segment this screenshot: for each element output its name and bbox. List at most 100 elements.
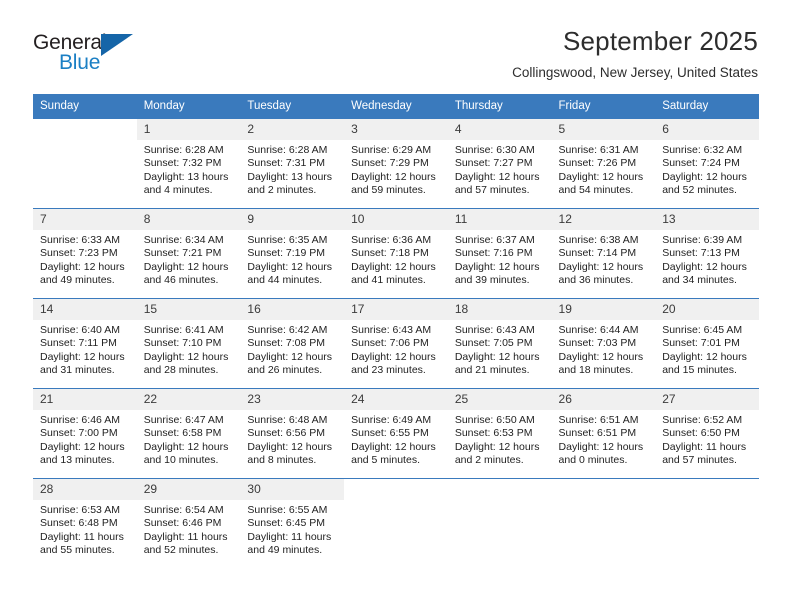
- calendar-week-row: 21 Sunrise: 6:46 AM Sunset: 7:00 PM Dayligh…: [33, 388, 759, 479]
- day-number: 7: [33, 209, 137, 230]
- sunrise-time: Sunrise: 6:35 AM: [247, 234, 328, 246]
- sunrise-time: Sunrise: 6:46 AM: [40, 414, 120, 426]
- calendar-day-cell[interactable]: 30 Sunrise: 6:55 AM Sunset: 6:45 PM Dayligh…: [240, 478, 345, 565]
- day-cell-content: 17 Sunrise: 6:43 AM Sunset: 7:06 PM Dayligh…: [344, 299, 448, 388]
- page-title: September 2025: [562, 26, 758, 56]
- day-cell-content: 20 Sunrise: 6:45 AM Sunset: 7:01 PM Dayligh…: [655, 299, 759, 388]
- sunset-time: Sunset: 7:16 PM: [454, 247, 533, 260]
- calendar-day-cell[interactable]: 13 Sunrise: 6:39 AM Sunset: 7:13 PM Dayligh…: [655, 208, 759, 299]
- sunset-time: Sunset: 7:19 PM: [247, 247, 326, 260]
- day-cell-content: 21 Sunrise: 6:46 AM Sunset: 7:00 PM Dayligh…: [33, 389, 137, 478]
- day-number: 16: [240, 299, 345, 320]
- calendar-day-cell[interactable]: 21 Sunrise: 6:46 AM Sunset: 7:00 PM Dayligh…: [33, 388, 137, 479]
- day-sun-info: Sunrise: 6:37 AM Sunset: 7:16 PM Daylight:…: [448, 230, 552, 288]
- daylight-line-2: and 21 minutes.: [454, 364, 530, 377]
- daylight-line-1: Daylight: 12 hours: [40, 350, 125, 363]
- daylight-line-2: and 36 minutes.: [558, 274, 634, 287]
- day-sun-info: Sunrise: 6:53 AM Sunset: 6:48 PM Daylight:…: [33, 500, 137, 558]
- calendar-day-cell[interactable]: 11 Sunrise: 6:37 AM Sunset: 7:16 PM Dayligh…: [447, 208, 552, 299]
- calendar-day-cell[interactable]: 23 Sunrise: 6:48 AM Sunset: 6:56 PM Dayligh…: [240, 388, 345, 479]
- daylight-line-2: and 0 minutes.: [558, 454, 628, 467]
- daylight-line-1: Daylight: 12 hours: [454, 440, 540, 453]
- daylight-line-1: Daylight: 12 hours: [454, 350, 540, 363]
- daylight-line-1: Daylight: 12 hours: [454, 170, 540, 183]
- calendar-day-cell[interactable]: 18 Sunrise: 6:43 AM Sunset: 7:05 PM Dayligh…: [447, 298, 552, 389]
- calendar-day-cell[interactable]: 10 Sunrise: 6:36 AM Sunset: 7:18 PM Dayligh…: [344, 208, 448, 299]
- calendar-day-cell[interactable]: 22 Sunrise: 6:47 AM Sunset: 6:58 PM Dayligh…: [136, 388, 241, 479]
- calendar-day-cell[interactable]: 28 Sunrise: 6:53 AM Sunset: 6:48 PM Dayligh…: [33, 478, 137, 565]
- calendar-day-cell[interactable]: 20 Sunrise: 6:45 AM Sunset: 7:01 PM Dayligh…: [655, 298, 759, 389]
- calendar-day-cell[interactable]: 2 Sunrise: 6:28 AM Sunset: 7:31 PM Daylight…: [240, 118, 345, 209]
- day-cell-content: 4 Sunrise: 6:30 AM Sunset: 7:27 PM Daylight…: [447, 119, 552, 208]
- calendar-day-cell[interactable]: 19 Sunrise: 6:44 AM Sunset: 7:03 PM Dayligh…: [551, 298, 656, 389]
- daylight-line-2: and 31 minutes.: [40, 364, 115, 377]
- calendar-day-cell[interactable]: 5 Sunrise: 6:31 AM Sunset: 7:26 PM Daylight…: [551, 118, 656, 209]
- sunrise-time: Sunrise: 6:29 AM: [351, 144, 432, 156]
- day-sun-info: Sunrise: 6:31 AM Sunset: 7:26 PM Daylight:…: [552, 140, 656, 198]
- daylight-line-1: Daylight: 11 hours: [143, 530, 228, 543]
- general-blue-logo[interactable]: General Blue: [33, 26, 153, 78]
- day-sun-info: Sunrise: 6:43 AM Sunset: 7:05 PM Daylight:…: [448, 320, 552, 378]
- daylight-line-1: Daylight: 12 hours: [247, 440, 333, 453]
- calendar-day-cell[interactable]: 29 Sunrise: 6:54 AM Sunset: 6:46 PM Dayligh…: [136, 478, 241, 565]
- day-number: 21: [33, 389, 137, 410]
- daylight-line-2: and 13 minutes.: [40, 454, 115, 467]
- day-number: 9: [240, 209, 345, 230]
- day-cell-content: 29 Sunrise: 6:54 AM Sunset: 6:46 PM Dayligh…: [136, 479, 241, 565]
- sunset-time: Sunset: 6:58 PM: [143, 427, 222, 440]
- daylight-line-2: and 23 minutes.: [351, 364, 426, 377]
- calendar-day-cell[interactable]: 9 Sunrise: 6:35 AM Sunset: 7:19 PM Daylight…: [240, 208, 345, 299]
- day-number: [655, 479, 759, 500]
- day-cell-content: 14 Sunrise: 6:40 AM Sunset: 7:11 PM Dayligh…: [33, 299, 137, 388]
- day-cell-content: 7 Sunrise: 6:33 AM Sunset: 7:23 PM Daylight…: [33, 209, 137, 298]
- daylight-line-2: and 18 minutes.: [558, 364, 634, 377]
- calendar-table: Sunday Monday Tuesday Wednesday Thursday…: [33, 94, 759, 565]
- sunrise-time: Sunrise: 6:47 AM: [143, 414, 224, 426]
- day-cell-content: 8 Sunrise: 6:34 AM Sunset: 7:21 PM Daylight…: [136, 209, 241, 298]
- day-number: 24: [344, 389, 448, 410]
- day-number: 1: [136, 119, 241, 140]
- sunset-time: Sunset: 7:10 PM: [143, 337, 222, 350]
- daylight-line-1: Daylight: 12 hours: [454, 260, 540, 273]
- calendar-day-cell[interactable]: 16 Sunrise: 6:42 AM Sunset: 7:08 PM Dayligh…: [240, 298, 345, 389]
- calendar-day-cell[interactable]: 4 Sunrise: 6:30 AM Sunset: 7:27 PM Daylight…: [447, 118, 552, 209]
- calendar-day-cell[interactable]: 7 Sunrise: 6:33 AM Sunset: 7:23 PM Daylight…: [33, 208, 137, 299]
- sunset-time: Sunset: 6:51 PM: [558, 427, 637, 440]
- day-number: [344, 479, 448, 500]
- calendar-day-cell[interactable]: 17 Sunrise: 6:43 AM Sunset: 7:06 PM Dayligh…: [344, 298, 448, 389]
- sunrise-time: Sunrise: 6:28 AM: [247, 144, 328, 156]
- day-sun-info: Sunrise: 6:36 AM Sunset: 7:18 PM Daylight:…: [344, 230, 448, 288]
- sunset-time: Sunset: 7:00 PM: [40, 427, 118, 440]
- daylight-line-1: Daylight: 12 hours: [143, 350, 229, 363]
- daylight-line-2: and 59 minutes.: [351, 184, 426, 197]
- calendar-day-cell[interactable]: 3 Sunrise: 6:29 AM Sunset: 7:29 PM Daylight…: [344, 118, 448, 209]
- calendar-day-cell[interactable]: 8 Sunrise: 6:34 AM Sunset: 7:21 PM Daylight…: [136, 208, 241, 299]
- daylight-line-1: Daylight: 12 hours: [143, 440, 229, 453]
- sunrise-time: Sunrise: 6:55 AM: [247, 504, 328, 516]
- daylight-line-2: and 52 minutes.: [143, 544, 219, 557]
- calendar-day-cell[interactable]: 14 Sunrise: 6:40 AM Sunset: 7:11 PM Dayligh…: [33, 298, 137, 389]
- day-number: 25: [447, 389, 552, 410]
- calendar-day-cell[interactable]: 15 Sunrise: 6:41 AM Sunset: 7:10 PM Dayligh…: [136, 298, 241, 389]
- calendar-day-cell[interactable]: 27 Sunrise: 6:52 AM Sunset: 6:50 PM Dayligh…: [655, 388, 759, 479]
- calendar-day-cell[interactable]: 24 Sunrise: 6:49 AM Sunset: 6:55 PM Dayligh…: [344, 388, 448, 479]
- weekday-header-thursday: Thursday: [447, 94, 552, 119]
- day-cell-content: 15 Sunrise: 6:41 AM Sunset: 7:10 PM Dayligh…: [136, 299, 241, 388]
- calendar-day-cell[interactable]: 26 Sunrise: 6:51 AM Sunset: 6:51 PM Dayligh…: [551, 388, 656, 479]
- calendar-day-cell[interactable]: 6 Sunrise: 6:32 AM Sunset: 7:24 PM Daylight…: [655, 118, 759, 209]
- day-number: 14: [33, 299, 137, 320]
- sunset-time: Sunset: 7:18 PM: [351, 247, 429, 260]
- day-cell-content: 26 Sunrise: 6:51 AM Sunset: 6:51 PM Dayligh…: [551, 389, 656, 478]
- day-sun-info: Sunrise: 6:45 AM Sunset: 7:01 PM Daylight:…: [655, 320, 759, 378]
- day-sun-info: Sunrise: 6:55 AM Sunset: 6:45 PM Daylight:…: [240, 500, 344, 558]
- day-cell-content: 16 Sunrise: 6:42 AM Sunset: 7:08 PM Dayligh…: [240, 299, 345, 388]
- day-number: 27: [655, 389, 759, 410]
- calendar-day-cell[interactable]: 25 Sunrise: 6:50 AM Sunset: 6:53 PM Dayligh…: [447, 388, 552, 479]
- day-number: [552, 479, 656, 500]
- sunrise-time: Sunrise: 6:37 AM: [454, 234, 535, 246]
- sunrise-time: Sunrise: 6:33 AM: [40, 234, 120, 246]
- calendar-day-cell[interactable]: 12 Sunrise: 6:38 AM Sunset: 7:14 PM Dayligh…: [551, 208, 656, 299]
- calendar-day-cell[interactable]: 1 Sunrise: 6:28 AM Sunset: 7:32 PM Daylight…: [136, 118, 241, 209]
- day-cell-content: 30 Sunrise: 6:55 AM Sunset: 6:45 PM Dayligh…: [240, 479, 345, 565]
- day-sun-info: Sunrise: 6:54 AM Sunset: 6:46 PM Daylight:…: [137, 500, 241, 558]
